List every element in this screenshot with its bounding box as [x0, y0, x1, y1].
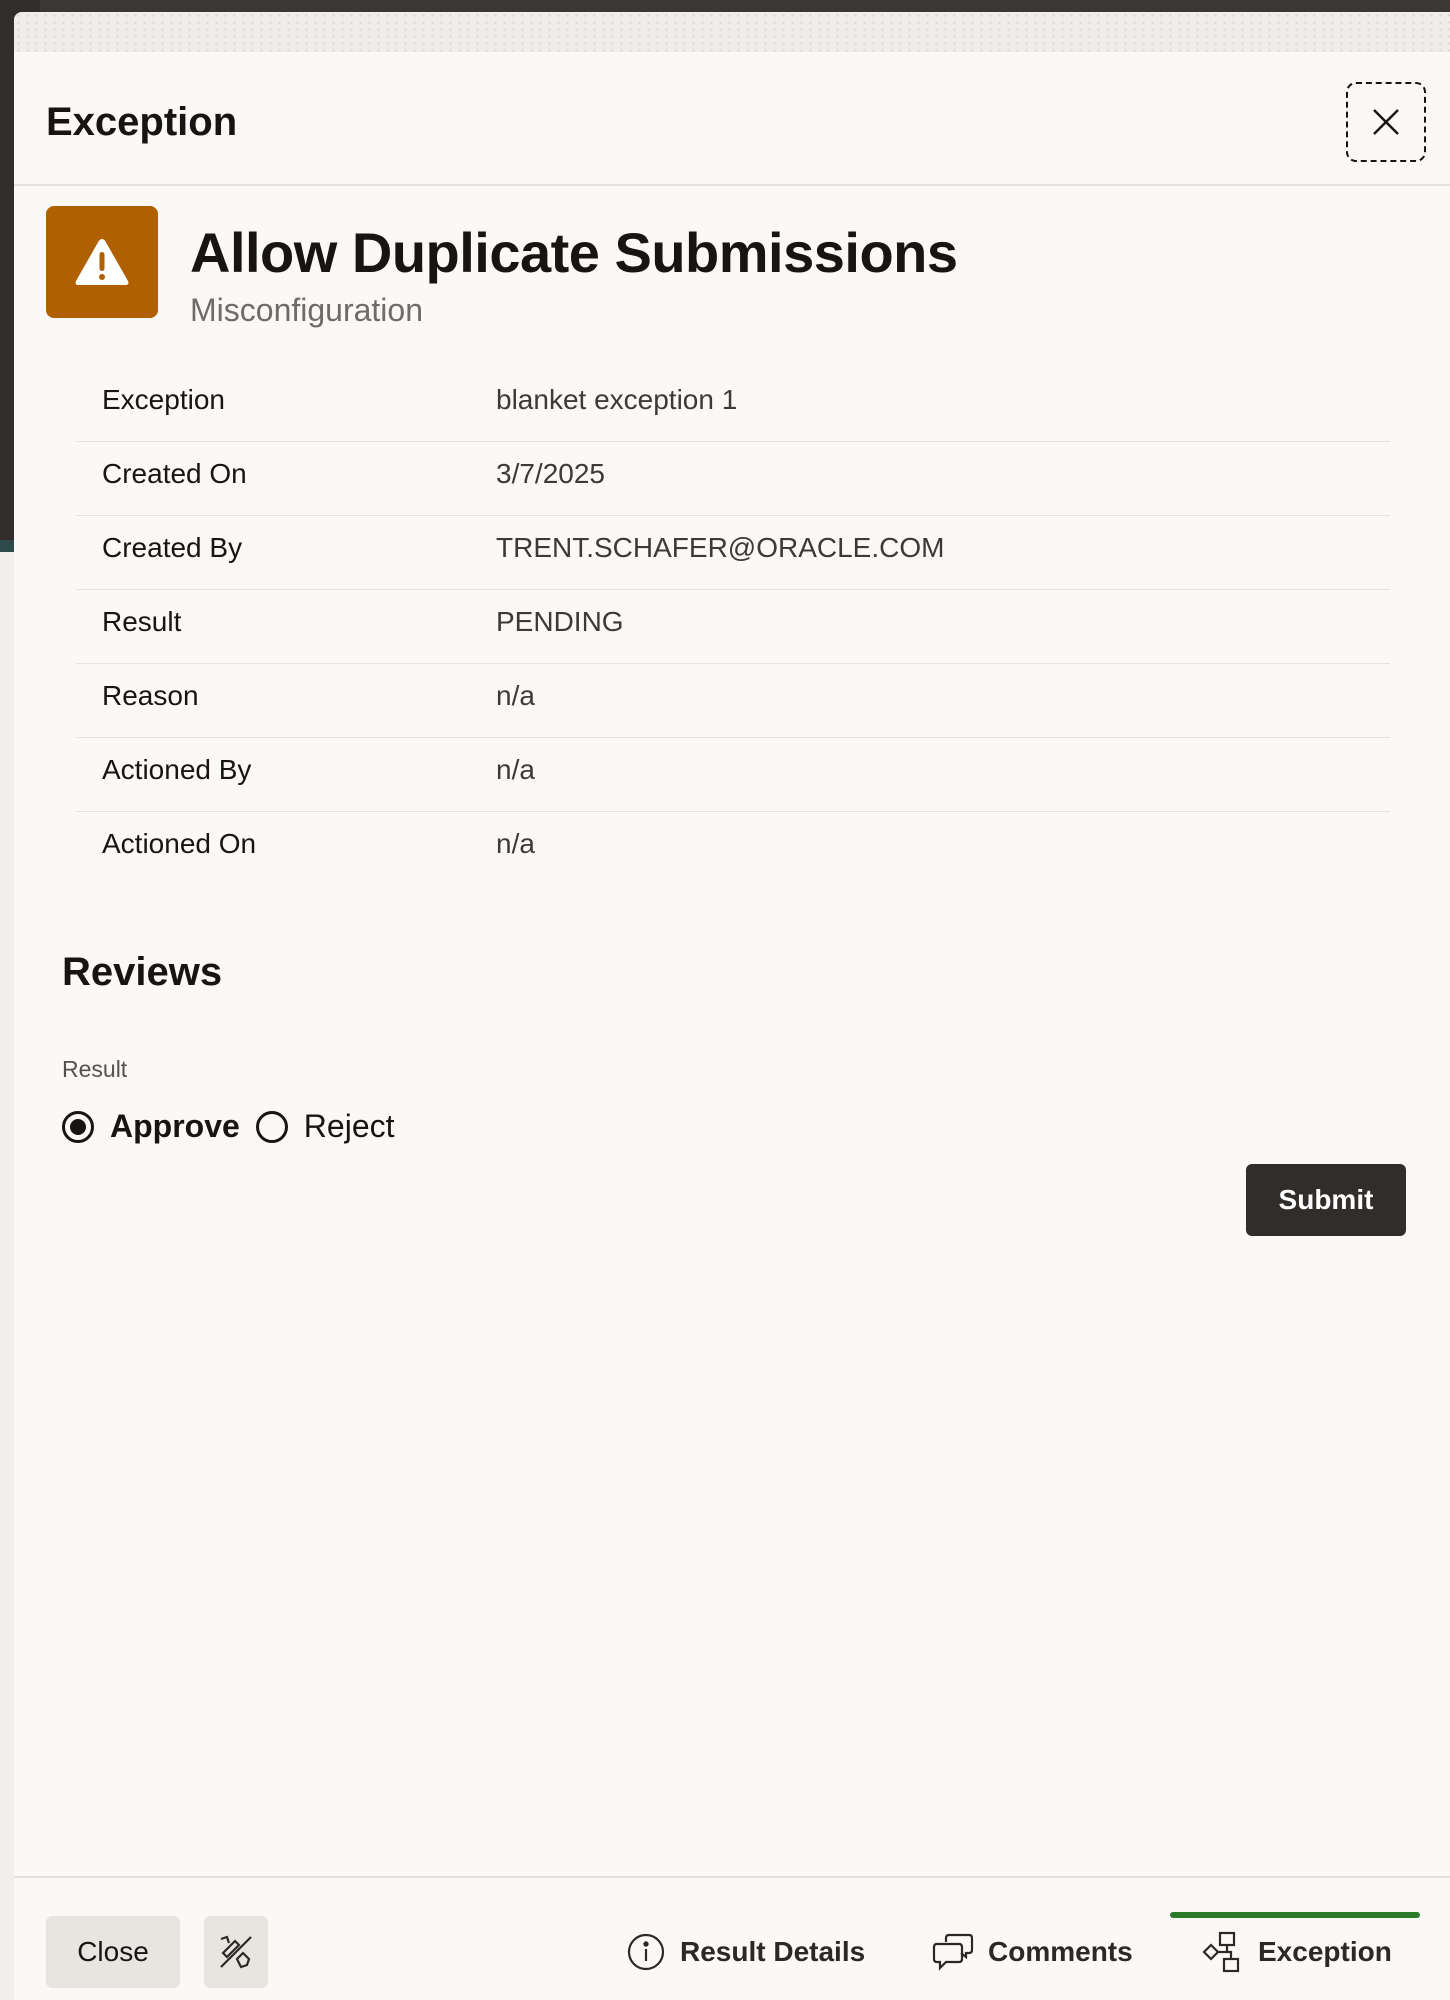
- exception-name: Allow Duplicate Submissions: [190, 221, 958, 284]
- reviews-heading: Reviews: [62, 950, 223, 994]
- header-texture: [14, 12, 1450, 52]
- design-tools-icon: [220, 1935, 252, 1969]
- detail-value: n/a: [496, 754, 535, 785]
- detail-label: Result: [102, 606, 182, 637]
- drawer-title: Exception: [46, 100, 238, 144]
- warning-badge: [46, 206, 158, 318]
- info-icon: [627, 1933, 665, 1971]
- drawer-footer: Close Result Details Comments Exception: [14, 1876, 1450, 2000]
- reject-radio[interactable]: Reject: [255, 1108, 395, 1145]
- result-radio-group: Approve Reject: [62, 1108, 411, 1145]
- tab-result-details[interactable]: Result Details: [626, 1916, 865, 1988]
- detail-label: Exception: [102, 384, 225, 415]
- tab-comments[interactable]: Comments: [932, 1916, 1133, 1988]
- tab-label: Exception: [1258, 1936, 1392, 1967]
- drawer-header: Exception: [14, 52, 1450, 186]
- detail-label: Created By: [102, 532, 243, 563]
- tab-label: Result Details: [680, 1936, 866, 1967]
- hierarchy-icon: [1202, 1931, 1240, 1973]
- detail-row-exception: Exception blanket exception 1: [76, 368, 1390, 442]
- exception-drawer: Exception Allow Duplicate Submissions Mi…: [14, 12, 1450, 2000]
- details-list: Exception blanket exception 1 Created On…: [76, 368, 1390, 885]
- detail-row-actioned-on: Actioned On n/a: [76, 812, 1390, 885]
- exception-category: Misconfiguration: [190, 292, 423, 328]
- detail-label: Actioned On: [102, 828, 257, 859]
- detail-row-reason: Reason n/a: [76, 664, 1390, 738]
- detail-value: n/a: [496, 680, 535, 711]
- submit-button[interactable]: Submit: [1246, 1164, 1406, 1236]
- detail-value: TRENT.SCHAFER@ORACLE.COM: [496, 532, 945, 563]
- detail-row-created-on: Created On 3/7/2025: [76, 442, 1390, 516]
- tab-exception[interactable]: Exception: [1200, 1916, 1392, 1988]
- detail-row-actioned-by: Actioned By n/a: [76, 738, 1390, 812]
- reject-radio-label: Reject: [303, 1108, 395, 1144]
- comments-icon: [932, 1933, 974, 1971]
- close-icon: [1373, 109, 1399, 135]
- result-field-label: Result: [62, 1056, 128, 1082]
- detail-value: n/a: [496, 828, 535, 859]
- close-drawer-button[interactable]: [1346, 82, 1426, 162]
- tab-label: Comments: [988, 1936, 1133, 1967]
- radio-checked-icon: [62, 1110, 94, 1143]
- detail-row-created-by: Created By TRENT.SCHAFER@ORACLE.COM: [76, 516, 1390, 590]
- radio-unchecked-icon: [255, 1110, 288, 1143]
- detail-value: PENDING: [496, 606, 624, 637]
- edit-tools-button[interactable]: [204, 1916, 268, 1988]
- detail-label: Created On: [102, 458, 247, 489]
- detail-value: 3/7/2025: [496, 458, 605, 489]
- detail-label: Actioned By: [102, 754, 252, 785]
- approve-radio-label: Approve: [110, 1108, 240, 1144]
- close-button[interactable]: Close: [46, 1916, 180, 1988]
- warning-icon: [75, 239, 129, 285]
- detail-label: Reason: [102, 680, 199, 711]
- approve-radio[interactable]: Approve: [62, 1108, 240, 1145]
- detail-row-result: Result PENDING: [76, 590, 1390, 664]
- detail-value: blanket exception 1: [496, 384, 738, 415]
